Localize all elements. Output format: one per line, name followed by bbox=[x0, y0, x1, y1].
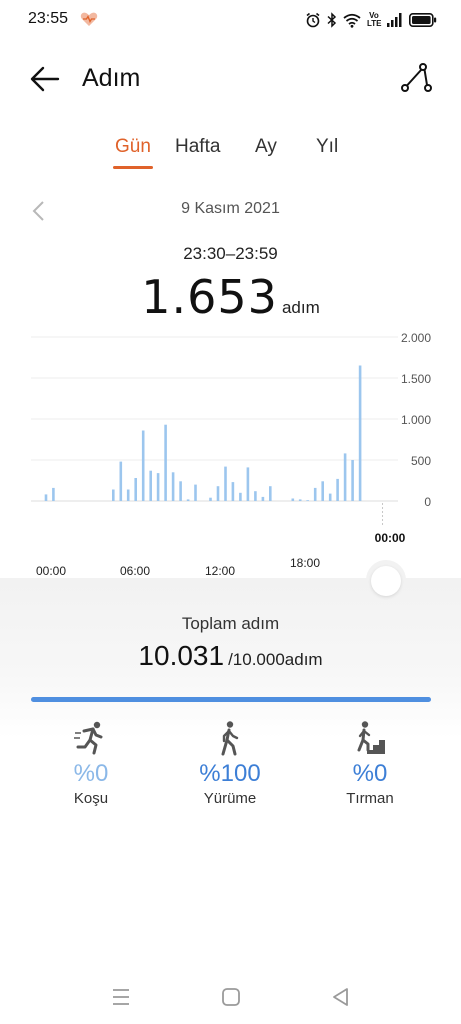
activity-running: %0 Koşu bbox=[31, 720, 151, 807]
chart-bar bbox=[52, 487, 55, 501]
home-icon[interactable] bbox=[218, 984, 244, 1010]
alarm-icon bbox=[306, 12, 320, 28]
page-title: Adım bbox=[82, 64, 141, 92]
chart-bar bbox=[313, 487, 317, 501]
y-tick-label: 2.000 bbox=[401, 331, 431, 345]
chart-bar bbox=[306, 500, 309, 501]
chart-bar bbox=[186, 499, 190, 501]
date-navigator: 9 Kasım 2021 bbox=[0, 198, 461, 224]
chart-bar bbox=[291, 498, 295, 501]
wifi-icon bbox=[343, 13, 361, 28]
menu-icon[interactable] bbox=[108, 984, 134, 1010]
chart-bar bbox=[351, 460, 354, 501]
tab-gun[interactable]: Gün bbox=[115, 136, 151, 158]
period-tabs: Gün Hafta Ay Yıl bbox=[0, 136, 461, 176]
battery-icon bbox=[409, 13, 437, 27]
chart-bar bbox=[269, 486, 272, 501]
chart-bar bbox=[209, 497, 212, 501]
chart-bar bbox=[336, 478, 339, 501]
total-label: Toplam adım bbox=[181, 614, 280, 633]
app-bar: Adım bbox=[0, 50, 461, 106]
activity-climbing: %0 Tırman bbox=[310, 720, 430, 807]
chart-bar bbox=[164, 424, 167, 501]
y-tick-label: 1.500 bbox=[401, 372, 431, 386]
climbing-label: Tırman bbox=[346, 790, 394, 807]
chart-bar bbox=[343, 453, 347, 501]
running-icon bbox=[74, 721, 103, 755]
chart-bar bbox=[149, 470, 152, 501]
chart-bar bbox=[44, 494, 48, 501]
chart-bar bbox=[239, 492, 242, 501]
x-tick-label: 12:00 bbox=[205, 564, 235, 578]
chart-bar bbox=[321, 481, 324, 501]
chart-bar bbox=[231, 482, 235, 501]
y-tick-label: 1.000 bbox=[401, 413, 431, 427]
goal-progress-fill bbox=[31, 697, 431, 702]
selected-time-range: 23:30–23:59 bbox=[183, 244, 278, 263]
steps-bar-chart[interactable]: 2.000 1.500 1.000 500 0 00:00 00:00 06:00 12:00 1… bbox=[0, 320, 461, 580]
chart-bar bbox=[141, 430, 145, 501]
y-tick-label: 500 bbox=[411, 454, 431, 468]
x-tick-label: 00:00 bbox=[36, 564, 66, 578]
health-heart-icon bbox=[80, 12, 98, 26]
selected-step-count: 1.653 bbox=[141, 270, 278, 324]
active-tab-indicator bbox=[113, 166, 153, 169]
goal-progress-bar bbox=[31, 697, 431, 702]
activity-breakdown: %0 Koşu %100 Yürüme %0 Tırman bbox=[0, 720, 461, 820]
tab-ay[interactable]: Ay bbox=[255, 136, 277, 158]
chart-bar bbox=[179, 481, 182, 501]
chart-bar bbox=[261, 496, 265, 501]
selected-step-unit: adım bbox=[281, 298, 320, 317]
chart-bar bbox=[194, 484, 197, 501]
chart-bar bbox=[216, 486, 220, 501]
selected-value: 1.653 adım bbox=[0, 270, 461, 324]
selected-x-tick-label: 00:00 bbox=[375, 531, 406, 545]
total-steps: 10.031 bbox=[138, 640, 225, 671]
walking-icon bbox=[221, 721, 239, 756]
x-tick-label: 18:00 bbox=[290, 556, 320, 570]
back-triangle-icon[interactable] bbox=[328, 984, 354, 1010]
walking-label: Yürüme bbox=[203, 790, 257, 807]
status-bar: 23:55 Vo LTE bbox=[0, 0, 461, 40]
walking-percent: %100 bbox=[199, 760, 261, 787]
status-time: 23:55 bbox=[28, 10, 69, 27]
chart-bar bbox=[224, 466, 227, 501]
step-goal: /10.000adım bbox=[228, 650, 323, 669]
volte-label: Vo LTE bbox=[367, 11, 382, 28]
tab-hafta[interactable]: Hafta bbox=[175, 136, 220, 158]
climbing-percent: %0 bbox=[352, 760, 388, 787]
chart-bar bbox=[328, 493, 332, 501]
x-tick-label: 06:00 bbox=[120, 564, 150, 578]
drag-handle[interactable] bbox=[371, 566, 401, 596]
chart-bar bbox=[298, 499, 302, 501]
current-date: 9 Kasım 2021 bbox=[181, 200, 280, 217]
chart-bar bbox=[171, 472, 175, 501]
tab-yil[interactable]: Yıl bbox=[316, 136, 338, 158]
chart-bar bbox=[358, 365, 362, 501]
y-tick-label: 0 bbox=[424, 495, 431, 509]
running-label: Koşu bbox=[73, 790, 109, 807]
route-icon[interactable] bbox=[399, 62, 433, 96]
chart-bar bbox=[156, 473, 160, 501]
system-nav-bar bbox=[0, 984, 461, 1014]
bluetooth-icon bbox=[327, 12, 337, 28]
activity-walking: %100 Yürüme bbox=[170, 720, 290, 807]
running-percent: %0 bbox=[73, 760, 109, 787]
chart-bar bbox=[112, 489, 115, 501]
chart-bar bbox=[246, 467, 250, 501]
signal-icon bbox=[387, 13, 402, 27]
chart-bar bbox=[119, 461, 123, 501]
chart-bar bbox=[254, 491, 257, 501]
total-row: 10.031/10.000adım bbox=[0, 640, 461, 672]
climbing-icon bbox=[355, 721, 385, 754]
back-arrow-icon[interactable] bbox=[28, 62, 62, 96]
chart-bar bbox=[134, 478, 137, 501]
chart-bar bbox=[126, 489, 130, 501]
